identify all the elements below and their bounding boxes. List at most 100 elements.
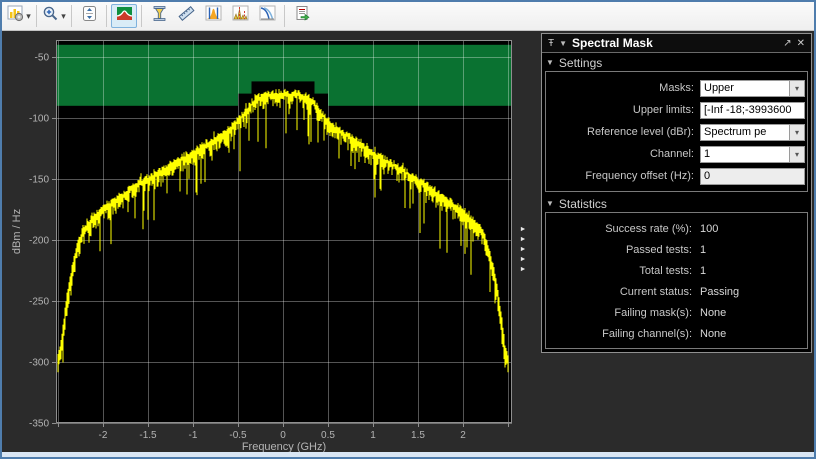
section-collapse-icon: ▼ <box>546 58 554 67</box>
chevron-down-icon[interactable]: ▾ <box>26 11 31 22</box>
generate-script-icon <box>294 5 311 27</box>
stat-label: Failing channel(s): <box>602 327 692 340</box>
statistics-row: Passed tests: 1 <box>548 239 805 260</box>
toolbar-separator <box>36 5 37 27</box>
settings-row: Channel: 1 ▾ <box>548 143 805 165</box>
x-tick-label: 2 <box>460 430 466 441</box>
undock-icon[interactable]: ↗ <box>783 38 791 49</box>
stat-label: Success rate (%): <box>605 222 692 235</box>
collapse-arrow-icon: ► <box>519 246 527 253</box>
y-tick-label: -100 <box>29 114 49 125</box>
field-label: Masks: <box>659 82 694 94</box>
masks-select[interactable]: Upper <box>700 79 790 97</box>
dropdown-arrow-icon[interactable]: ▾ <box>790 79 805 97</box>
cursor-measurements-icon <box>177 5 195 27</box>
y-axis-label: dBm / Hz <box>11 209 23 254</box>
panel-titlebar: Ŧ ▼ Spectral Mask ↗ ✕ <box>542 34 811 53</box>
occupied-bandwidth-icon <box>205 5 222 27</box>
y-tick-label: -50 <box>35 53 50 64</box>
x-tick-label: -1 <box>189 430 198 441</box>
spectral-mask-panel: Ŧ ▼ Spectral Mask ↗ ✕ ▼ Settings Masks: U… <box>541 33 812 353</box>
x-tick-label: -1.5 <box>139 430 157 441</box>
field-label: Frequency offset (Hz): <box>585 170 694 182</box>
stat-value: 1 <box>700 243 707 256</box>
settings-row: Reference level (dBr): Spectrum pe ▾ <box>548 121 805 143</box>
fit-to-view-icon <box>81 5 98 27</box>
x-tick-label: -0.5 <box>229 430 247 441</box>
stat-label: Failing mask(s): <box>614 306 692 319</box>
x-tick-label: 0.5 <box>321 430 335 441</box>
spectrum-settings-icon <box>7 5 24 27</box>
settings-row: Frequency offset (Hz): 0 <box>548 165 805 187</box>
collapse-arrow-icon: ► <box>519 256 527 263</box>
y-tick-label: -250 <box>29 297 49 308</box>
dropdown-arrow-icon[interactable]: ▾ <box>790 145 805 163</box>
x-tick-label: -2 <box>99 430 108 441</box>
y-tick-label: -150 <box>29 175 49 186</box>
settings-row: Masks: Upper ▾ <box>548 77 805 99</box>
stat-value: 1 <box>700 264 707 277</box>
spectral-mask-button[interactable] <box>111 4 137 28</box>
toolbar-separator <box>106 5 107 27</box>
collapse-arrow-icon: ► <box>519 236 527 243</box>
stat-value: None <box>700 327 727 340</box>
panel-title: Spectral Mask <box>572 36 653 50</box>
stat-value: 100 <box>700 222 719 235</box>
stat-value: Passing <box>700 285 740 298</box>
spectral-mask-icon <box>116 5 133 27</box>
zoom-in-button[interactable]: ▾ <box>41 4 67 28</box>
x-axis-label: Frequency (GHz) <box>242 441 326 452</box>
window-bottom-strip <box>2 452 814 457</box>
client-area: -2 -1.5 -1 -0.5 0 0.5 1 1.5 2 -50 -100 -150 -200 -250… <box>2 31 814 452</box>
settings-header-label: Settings <box>558 55 603 70</box>
statistics-section-header[interactable]: ▼ Statistics <box>542 194 811 212</box>
stat-value: None <box>700 306 727 319</box>
toolbar: ▾ ▾ <box>2 2 814 31</box>
spectrum-analyzer-window: ▾ ▾ -2 -1.5 -1 -0.5 0 0.5 1 1.5 2 -50 -100 -150 -200-… <box>0 0 816 459</box>
toolbar-separator <box>284 5 285 27</box>
statistics-row: Failing mask(s): None <box>548 302 805 323</box>
field-label: Reference level (dBr): <box>587 126 694 138</box>
chevron-down-icon[interactable]: ▾ <box>61 11 66 22</box>
section-collapse-icon: ▼ <box>546 199 554 208</box>
statistics-row: Failing channel(s): None <box>548 323 805 344</box>
pin-icon[interactable]: Ŧ <box>548 38 554 49</box>
frequency-offset-hz-input[interactable]: 0 <box>700 167 805 185</box>
dropdown-arrow-icon[interactable]: ▾ <box>790 123 805 141</box>
y-tick-label: -200 <box>29 236 49 247</box>
upper-limits-input[interactable]: [-Inf -18;-3993600 <box>700 101 805 119</box>
generate-script-button[interactable] <box>289 4 315 28</box>
y-tick-label: -350 <box>29 419 49 430</box>
peak-finder-button[interactable] <box>146 4 172 28</box>
ccdf-measurements-button[interactable] <box>254 4 280 28</box>
settings-section-header[interactable]: ▼ Settings <box>542 53 811 71</box>
field-label: Channel: <box>649 148 694 160</box>
occupied-bandwidth-button[interactable] <box>200 4 226 28</box>
y-tick-label: -300 <box>29 358 49 369</box>
stat-label: Total tests: <box>639 264 692 277</box>
peak-finder-icon <box>151 5 168 27</box>
toolbar-separator <box>71 5 72 27</box>
x-tick-label: 1.5 <box>411 430 425 441</box>
collapse-arrow-icon: ► <box>519 266 527 273</box>
close-icon[interactable]: ✕ <box>797 38 805 49</box>
channel-select[interactable]: 1 <box>700 145 790 163</box>
panel-collapse-icon[interactable]: ▼ <box>559 39 567 48</box>
field-label: Upper limits: <box>632 104 694 116</box>
spectrum-settings-button[interactable]: ▾ <box>6 4 32 28</box>
toolbar-separator <box>141 5 142 27</box>
distortion-measurements-icon <box>232 5 249 27</box>
statistics-row: Success rate (%): 100 <box>548 218 805 239</box>
statistics-row: Current status: Passing <box>548 281 805 302</box>
fit-to-view-button[interactable] <box>76 4 102 28</box>
reference-level-dbr-select[interactable]: Spectrum pe <box>700 123 790 141</box>
statistics-groupbox: Success rate (%): 100 Passed tests: 1 Total … <box>545 212 808 349</box>
stat-label: Passed tests: <box>625 243 692 256</box>
distortion-measurements-button[interactable] <box>227 4 253 28</box>
panel-splitter-handle[interactable]: ► ► ► ► ► <box>516 219 530 281</box>
settings-groupbox: Masks: Upper ▾ Upper limits: [-Inf -18;-3993… <box>545 71 808 192</box>
x-tick-label: 0 <box>280 430 286 441</box>
cursor-measurements-button[interactable] <box>173 4 199 28</box>
ccdf-measurements-icon <box>259 5 276 27</box>
statistics-row: Total tests: 1 <box>548 260 805 281</box>
